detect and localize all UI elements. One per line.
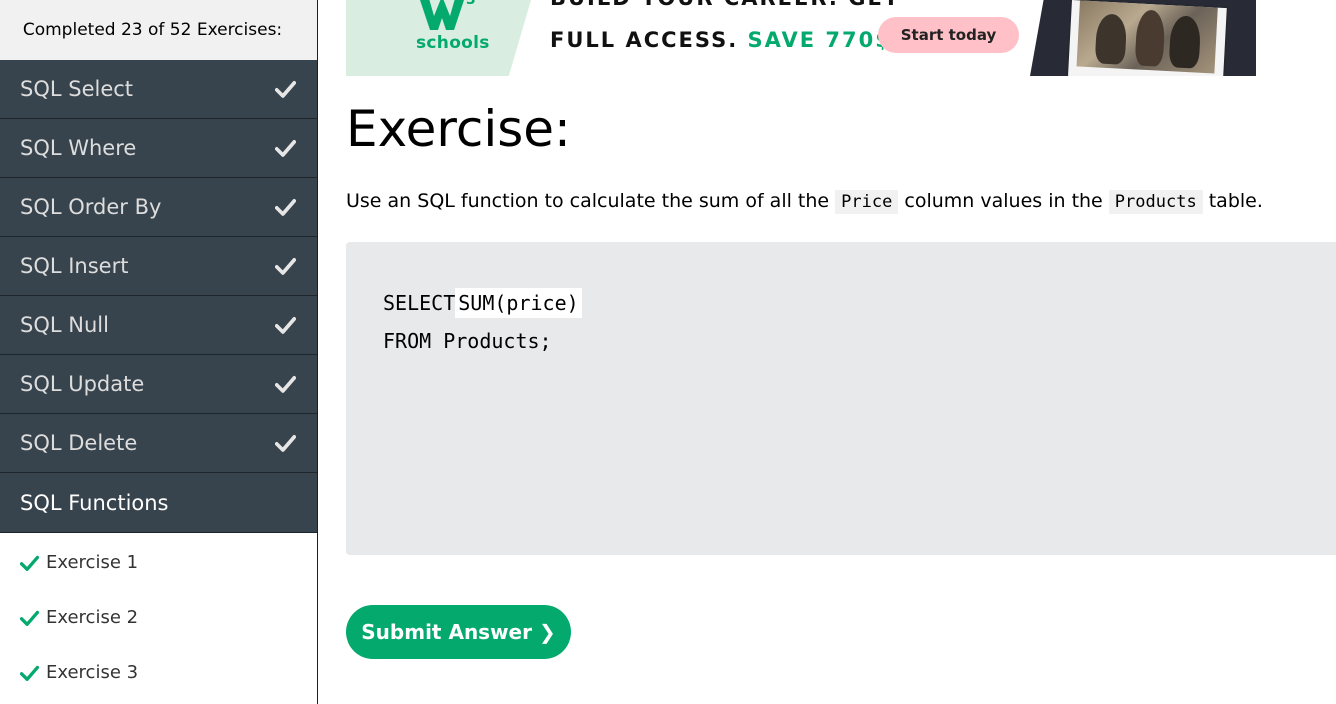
banner-logo-text: schools (416, 33, 490, 53)
sidebar-exercise-label: Exercise 1 (46, 552, 139, 573)
banner-subline: FULL ACCESS. SAVE 770$ (550, 28, 892, 52)
sidebar-category-label: SQL Where (20, 136, 137, 160)
inline-code: Price (835, 190, 899, 214)
sidebar-exercise-item[interactable]: Exercise 3 (0, 645, 317, 700)
sidebar-category-item[interactable]: SQL Order By (0, 178, 317, 237)
start-today-button[interactable]: Start today (878, 17, 1019, 53)
checkmark-icon (273, 195, 297, 219)
banner-save-highlight: SAVE 770$ (747, 28, 892, 52)
code-text: FROM Products; (383, 329, 552, 353)
sidebar-category-label: SQL Functions (20, 490, 169, 515)
sidebar-exercise-item[interactable]: Exercise 2 (0, 590, 317, 645)
exercise-instruction: Use an SQL function to calculate the sum… (346, 190, 1263, 214)
banner-headline: BUILD YOUR CAREER. GET (550, 0, 900, 10)
exercise-list: Exercise 1 Exercise 2 Exercise 3 (0, 533, 317, 700)
sidebar-category-item[interactable]: SQL Delete (0, 414, 317, 473)
page: Completed 23 of 52 Exercises: SQL Select… (0, 0, 1336, 704)
sidebar-category-item[interactable]: SQL Update (0, 355, 317, 414)
checkmark-icon (20, 664, 40, 682)
inline-code: Products (1108, 190, 1203, 214)
code-keyword: SELECT (383, 291, 456, 315)
sidebar-category-item[interactable]: SQL Select (0, 60, 317, 119)
checkmark-icon (273, 431, 297, 455)
sidebar-exercise-item[interactable]: Exercise 1 (0, 535, 317, 590)
progress-text: Completed 23 of 52 Exercises: (0, 0, 317, 60)
promo-banner[interactable]: 3 schools BUILD YOUR CAREER. GET FULL AC… (346, 0, 1256, 76)
sidebar-category-item[interactable]: SQL Null (0, 296, 317, 355)
checkmark-icon (20, 554, 40, 572)
code-line: SELECT SUM(price) (383, 284, 1336, 322)
category-list: SQL Select SQL Where SQL Order By SQL Inser… (0, 60, 317, 533)
checkmark-icon (273, 136, 297, 160)
exercise-sidebar: Completed 23 of 52 Exercises: SQL Select… (0, 0, 318, 704)
banner-subline-prefix: FULL ACCESS. (550, 28, 739, 52)
code-line: FROM Products; (383, 322, 1336, 360)
sidebar-category-item[interactable]: SQL Where (0, 119, 317, 178)
sidebar-category-label: SQL Delete (20, 431, 138, 455)
instruction-text: table. (1208, 190, 1263, 212)
w3schools-logo-icon: 3 (420, 0, 476, 30)
sidebar-category-item[interactable]: SQL Functions (0, 473, 317, 533)
sidebar-category-label: SQL Order By (20, 195, 162, 219)
sidebar-category-label: SQL Insert (20, 254, 129, 278)
instruction-text: column values in the (904, 190, 1103, 212)
sidebar-exercise-label: Exercise 3 (46, 662, 139, 683)
banner-photo-image (1076, 0, 1218, 74)
checkmark-icon (273, 313, 297, 337)
photo-person (1134, 9, 1166, 67)
sidebar-category-label: SQL Select (20, 77, 134, 101)
page-title: Exercise: (346, 100, 571, 158)
code-editor: SELECT SUM(price) FROM Products; (346, 242, 1336, 555)
sidebar-category-item[interactable]: SQL Insert (0, 237, 317, 296)
checkmark-icon (273, 254, 297, 278)
sidebar-exercise-label: Exercise 2 (46, 607, 139, 628)
submit-answer-button[interactable]: Submit Answer ❯ (346, 605, 571, 659)
checkmark-icon (273, 77, 297, 101)
banner-photo (1068, 0, 1227, 76)
checkmark-icon (20, 609, 40, 627)
answer-input[interactable]: SUM(price) (455, 288, 582, 318)
sidebar-category-label: SQL Null (20, 313, 109, 337)
photo-person (1168, 15, 1202, 69)
checkmark-icon (273, 372, 297, 396)
photo-person (1094, 13, 1128, 65)
logo-superscript: 3 (466, 0, 476, 8)
sidebar-category-label: SQL Update (20, 372, 145, 396)
instruction-text: Use an SQL function to calculate the sum… (346, 190, 830, 212)
